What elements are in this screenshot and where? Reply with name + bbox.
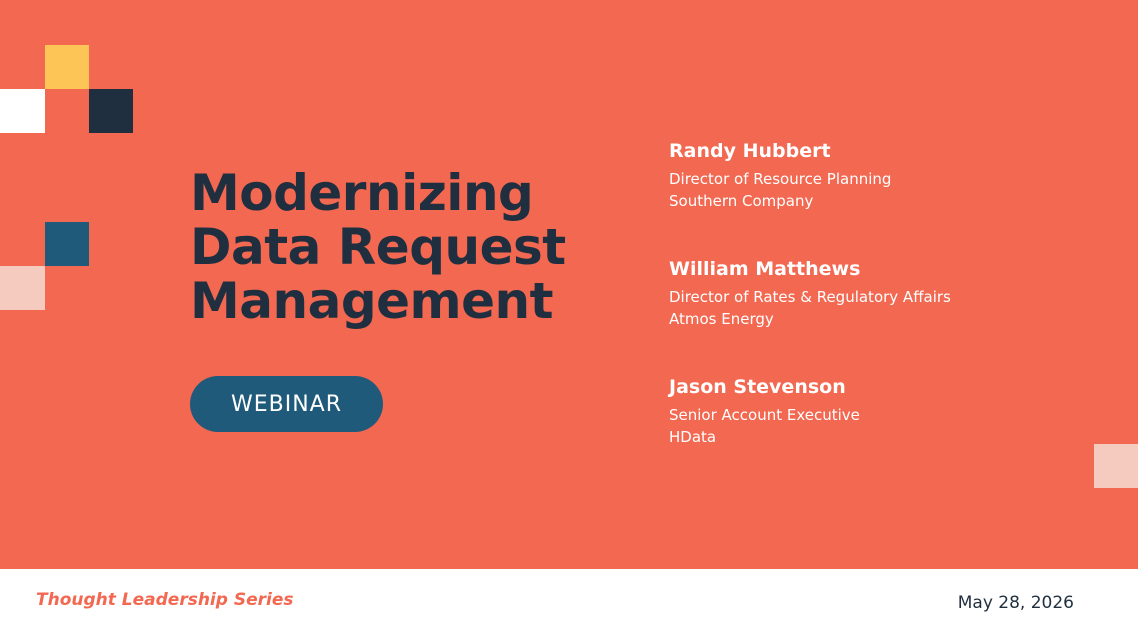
speaker-role: Director of Resource Planning xyxy=(669,170,892,188)
speaker-organization: Southern Company xyxy=(669,192,814,210)
decorative-pale-square-left xyxy=(0,266,45,310)
speaker-item: William Matthews Director of Rates & Reg… xyxy=(669,256,1089,374)
title-line: Modernizing xyxy=(190,164,534,222)
speaker-role: Senior Account Executive xyxy=(669,406,860,424)
speaker-name: Randy Hubbert xyxy=(669,140,831,162)
speaker-role: Director of Rates & Regulatory Affairs xyxy=(669,288,951,306)
webinar-badge: WEBINAR xyxy=(190,376,383,432)
title-line: Data Request xyxy=(190,218,566,276)
decorative-pale-square-right xyxy=(1094,444,1138,488)
event-date: May 28, 2026 xyxy=(957,593,1074,613)
title-line: Management xyxy=(190,272,554,330)
speaker-organization: Atmos Energy xyxy=(669,310,774,328)
speaker-organization: HData xyxy=(669,428,717,446)
decorative-navy-square xyxy=(89,89,133,133)
series-label: Thought Leadership Series xyxy=(36,590,294,610)
decorative-white-square xyxy=(0,89,45,133)
speaker-name: Jason Stevenson xyxy=(669,376,846,398)
speaker-list: Randy Hubbert Director of Resource Plann… xyxy=(669,138,1089,492)
speaker-name: William Matthews xyxy=(669,258,861,280)
decorative-teal-square xyxy=(45,222,89,266)
speaker-item: Randy Hubbert Director of Resource Plann… xyxy=(669,138,1089,256)
webinar-title: Modernizing Data Request Management xyxy=(190,166,566,328)
speaker-item: Jason Stevenson Senior Account Executive… xyxy=(669,374,1089,492)
decorative-yellow-square xyxy=(45,45,89,89)
